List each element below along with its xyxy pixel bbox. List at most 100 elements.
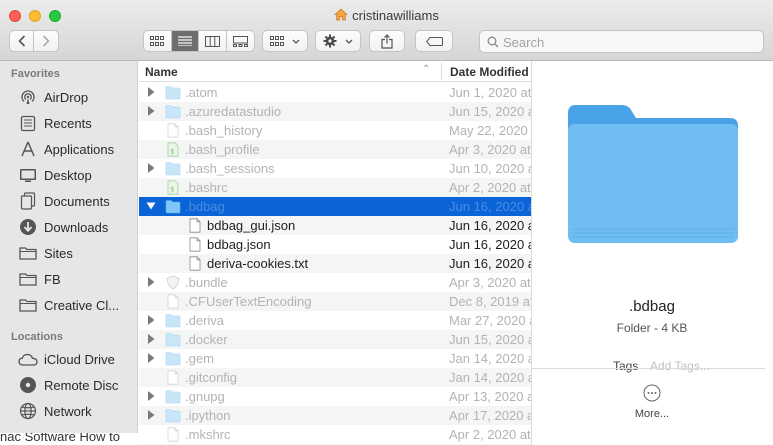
file-date-modified: Apr 17, 2020 at: [449, 408, 531, 423]
disclosure-collapsed-icon[interactable]: [146, 390, 156, 402]
file-icon: [187, 218, 203, 233]
sidebar-item-label: iCloud Drive: [44, 351, 115, 367]
table-row[interactable]: $ .bashrc Apr 2, 2020 at: [139, 178, 531, 197]
file-name: .bash_profile: [185, 142, 260, 157]
file-name: .deriva: [185, 313, 225, 328]
back-button[interactable]: [10, 31, 35, 51]
file-name: .gem: [185, 351, 214, 366]
window-title: cristinawilliams: [0, 8, 773, 23]
sidebar-item-creative-cloud[interactable]: Creative Cl...: [0, 293, 138, 317]
column-view-button[interactable]: [199, 31, 227, 51]
search-placeholder: Search: [503, 35, 545, 50]
group-by-button[interactable]: [262, 30, 308, 52]
more-icon[interactable]: [643, 384, 661, 402]
folder-icon: [165, 351, 181, 366]
sidebar-item-documents[interactable]: Documents: [0, 189, 138, 213]
preview-tags-input[interactable]: Add Tags...: [650, 359, 710, 373]
script-file-icon: $: [165, 180, 181, 195]
table-row[interactable]: .bdbag Jun 16, 2020 at: [139, 197, 531, 216]
file-icon: [165, 427, 181, 442]
share-icon: [381, 33, 393, 49]
file-name: .gnupg: [185, 389, 225, 404]
sidebar-heading-favorites: Favorites: [11, 68, 60, 80]
file-name: .bash_sessions: [185, 161, 275, 176]
preview-tags-label: Tags: [613, 359, 639, 373]
list-view-button[interactable]: [171, 31, 199, 51]
table-row[interactable]: .azuredatastudio Jun 15, 2020 at: [139, 102, 531, 121]
disclosure-collapsed-icon[interactable]: [146, 162, 156, 174]
table-row[interactable]: deriva-cookies.txt Jun 16, 2020 at: [139, 254, 531, 273]
search-input[interactable]: Search: [479, 30, 764, 53]
sidebar-item-sites[interactable]: Sites: [0, 241, 138, 265]
table-row[interactable]: .gitconfig Jan 14, 2020 at: [139, 368, 531, 387]
toolbar: cristinawilliams Search: [0, 0, 773, 61]
gallery-view-button[interactable]: [227, 31, 254, 51]
sidebar-heading-locations: Locations: [11, 331, 63, 343]
window-title-text: cristinawilliams: [352, 8, 439, 23]
table-row[interactable]: bdbag.json Jun 16, 2020 at: [139, 235, 531, 254]
disclosure-collapsed-icon[interactable]: [146, 86, 156, 98]
preview-more-button[interactable]: More...: [532, 408, 772, 420]
sidebar: Favorites AirDrop Recents Applications D…: [0, 61, 138, 445]
table-row[interactable]: .CFUserTextEncoding Dec 8, 2019 at: [139, 292, 531, 311]
file-name: .bdbag: [185, 199, 225, 214]
file-date-modified: Apr 2, 2020 at: [449, 427, 531, 442]
table-row[interactable]: .gnupg Apr 13, 2020 at: [139, 387, 531, 406]
column-divider: [441, 63, 442, 80]
file-date-modified: Jun 16, 2020 at: [449, 237, 531, 252]
file-name: .bash_history: [185, 123, 263, 138]
chevron-left-icon: [17, 35, 25, 47]
file-name: .bundle: [185, 275, 228, 290]
table-row[interactable]: .mkshrc Apr 2, 2020 at: [139, 425, 531, 444]
finder-window: cristinawilliams Search Favorites AirDro…: [0, 0, 773, 445]
sidebar-item-recents[interactable]: Recents: [0, 111, 138, 135]
disclosure-collapsed-icon[interactable]: [146, 409, 156, 421]
file-date-modified: Jun 10, 2020 at: [449, 161, 531, 176]
preview-file-name: .bdbag: [629, 298, 675, 315]
sidebar-item-fb[interactable]: FB: [0, 267, 138, 291]
preview-file-kind: Folder - 4 KB: [616, 321, 688, 335]
sidebar-item-remote-disc[interactable]: Remote Disc: [0, 373, 138, 397]
folder-icon: [165, 85, 181, 100]
file-name: .azuredatastudio: [185, 104, 282, 119]
table-row[interactable]: .ipython Apr 17, 2020 at: [139, 406, 531, 425]
table-row[interactable]: .docker Jun 15, 2020 at: [139, 330, 531, 349]
recents-icon: [20, 115, 36, 131]
icon-view-button[interactable]: [144, 31, 172, 51]
sidebar-item-icloud-drive[interactable]: iCloud Drive: [0, 347, 138, 371]
sidebar-item-downloads[interactable]: Downloads: [0, 215, 138, 239]
table-row[interactable]: .bundle Apr 3, 2020 at: [139, 273, 531, 292]
sidebar-item-applications[interactable]: Applications: [0, 137, 138, 161]
disclosure-collapsed-icon[interactable]: [146, 105, 156, 117]
share-button[interactable]: [369, 30, 405, 52]
disc-icon: [20, 377, 36, 393]
sidebar-item-airdrop[interactable]: AirDrop: [0, 85, 138, 109]
table-row[interactable]: .bash_sessions Jun 10, 2020 at: [139, 159, 531, 178]
disclosure-collapsed-icon[interactable]: [146, 352, 156, 364]
sidebar-item-network[interactable]: Network: [0, 399, 138, 423]
table-row[interactable]: .gem Jan 14, 2020 at: [139, 349, 531, 368]
disclosure-collapsed-icon[interactable]: [146, 314, 156, 326]
disclosure-collapsed-icon[interactable]: [146, 333, 156, 345]
file-name: .CFUserTextEncoding: [185, 294, 312, 309]
applications-icon: [21, 141, 35, 156]
desktop-icon: [20, 168, 36, 182]
table-row[interactable]: .bash_history May 22, 2020 at: [139, 121, 531, 140]
table-row[interactable]: .deriva Mar 27, 2020 at: [139, 311, 531, 330]
table-row[interactable]: .atom Jun 1, 2020 at: [139, 83, 531, 102]
forward-button[interactable]: [34, 31, 58, 51]
column-header-date-modified[interactable]: Date Modified: [450, 65, 529, 79]
file-date-modified: Apr 3, 2020 at: [449, 275, 531, 290]
sidebar-item-label: Desktop: [44, 167, 92, 183]
tags-button[interactable]: [415, 30, 453, 52]
disclosure-collapsed-icon[interactable]: [146, 276, 156, 288]
file-date-modified: Jan 14, 2020 at: [449, 351, 531, 366]
list-header: Name ⌃ Date Modified: [139, 61, 531, 82]
folder-icon: [165, 313, 181, 328]
table-row[interactable]: bdbag_gui.json Jun 16, 2020 at: [139, 216, 531, 235]
disclosure-expanded-icon[interactable]: [146, 200, 156, 212]
table-row[interactable]: $ .bash_profile Apr 3, 2020 at: [139, 140, 531, 159]
sidebar-item-desktop[interactable]: Desktop: [0, 163, 138, 187]
action-button[interactable]: [315, 30, 361, 52]
column-header-name[interactable]: Name: [145, 65, 178, 79]
